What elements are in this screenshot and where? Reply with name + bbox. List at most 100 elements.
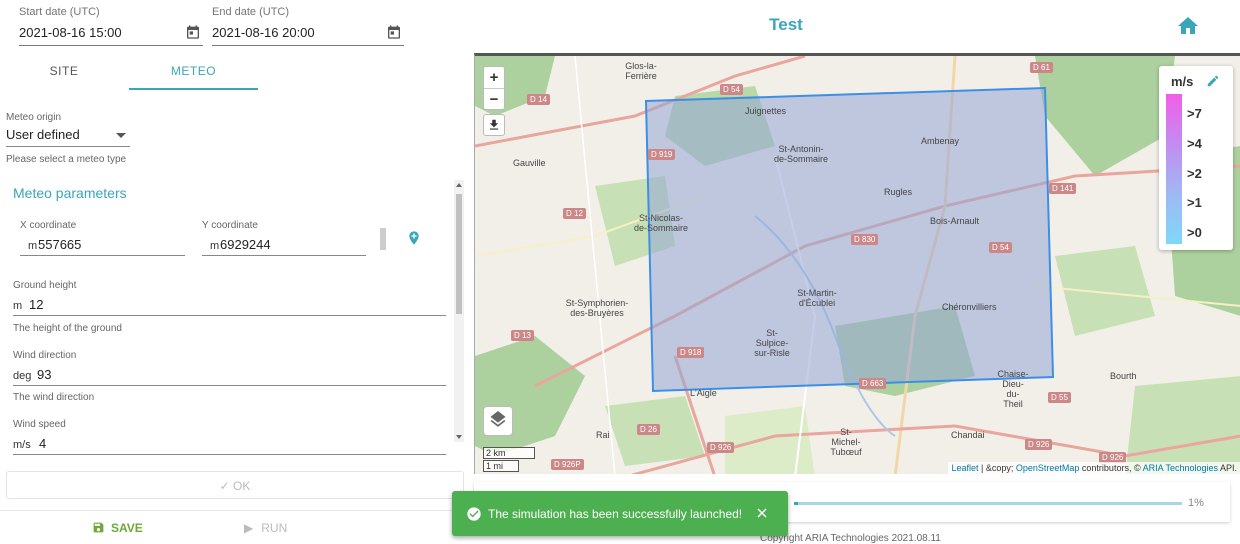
end-date-value[interactable]: 2021-08-16 20:00 (212, 25, 315, 40)
scale-km: 2 km (483, 447, 535, 459)
wind-speed-field[interactable]: Wind speed m/s 4 (13, 419, 446, 455)
meteo-origin-value: User defined (6, 127, 80, 142)
road-label: D 663 (859, 378, 887, 389)
legend-level: >0 (1187, 225, 1202, 240)
layers-button[interactable] (483, 406, 513, 436)
run-label: RUN (261, 521, 288, 535)
place-label: Juignettes (745, 106, 787, 116)
place-label: Glos-la-Ferrière (625, 61, 657, 81)
form-scrollbar[interactable] (454, 180, 464, 442)
wind-direction-value[interactable]: 93 (37, 367, 51, 382)
scroll-up-icon[interactable] (456, 183, 462, 187)
calendar-icon[interactable] (185, 24, 201, 40)
meteo-origin-select[interactable]: User defined (6, 125, 130, 147)
add-location-icon[interactable] (406, 229, 422, 247)
scale-mi: 1 mi (483, 460, 519, 472)
road-label: D 926 (707, 442, 735, 453)
start-date-label: Start date (UTC) (19, 6, 100, 18)
ok-label: OK (233, 479, 251, 493)
road-label: D 54 (989, 242, 1012, 253)
ok-button[interactable]: ✓ OK (6, 471, 464, 499)
osm-link[interactable]: OpenStreetMap (1016, 463, 1080, 473)
tab-site[interactable]: SITE (0, 52, 128, 90)
left-panel: SITE METEO Meteo origin User defined Ple… (0, 52, 470, 544)
road-label: D 141 (1049, 183, 1077, 194)
aria-link[interactable]: ARIA Technologies (1143, 463, 1218, 473)
calendar-icon[interactable] (386, 24, 402, 40)
place-label: Chaise-Dieu-du-Theil (997, 369, 1029, 409)
attribution-end: API. (1217, 463, 1237, 473)
place-label: Chéronvilliers (942, 302, 997, 312)
ground-height-field[interactable]: Ground height m 12 (13, 280, 446, 316)
app-header: Start date (UTC) 2021-08-16 15:00 End da… (0, 0, 1240, 52)
download-button[interactable] (483, 114, 505, 136)
place-label: Rai (596, 430, 610, 440)
place-label: St-Antonin-de-Sommaire (773, 144, 829, 164)
place-label: St-Michel-Tubœuf (830, 427, 862, 457)
map-view[interactable]: Glos-la-Ferrière Juignettes St-Antonin-d… (474, 53, 1240, 474)
road-label: D 13 (511, 330, 534, 341)
toast-message: The simulation has been successfully lau… (488, 507, 743, 521)
edit-icon[interactable] (1206, 74, 1220, 88)
y-coordinate-field[interactable]: Y coordinate m 6929244 (202, 220, 366, 256)
y-coordinate-value[interactable]: 6929244 (220, 237, 271, 252)
meteo-origin-label: Meteo origin (6, 112, 62, 123)
map-tiles (475, 56, 1240, 474)
download-icon (489, 119, 499, 130)
wind-speed-value[interactable]: 4 (39, 436, 46, 451)
wind-direction-field[interactable]: Wind direction deg 93 (13, 350, 446, 386)
ground-height-value[interactable]: 12 (29, 297, 43, 312)
x-coordinate-value[interactable]: 557665 (38, 237, 81, 252)
place-label: Rugles (884, 187, 913, 197)
start-date-field[interactable]: Start date (UTC) 2021-08-16 15:00 (19, 6, 203, 46)
leaflet-link[interactable]: Leaflet (951, 463, 978, 473)
road-label: D 926 (1025, 439, 1053, 450)
place-label: Gauville (513, 158, 546, 168)
road-label: D 12 (563, 208, 586, 219)
layers-icon (490, 411, 506, 427)
legend-unit: m/s (1171, 74, 1194, 89)
chevron-down-icon (116, 133, 126, 138)
legend-colorbar (1166, 94, 1182, 244)
tab-bar: SITE METEO (0, 52, 470, 90)
home-icon[interactable] (1176, 14, 1200, 38)
wind-direction-label: Wind direction (13, 350, 77, 361)
tab-meteo[interactable]: METEO (129, 52, 258, 90)
place-label: Bois-Arnault (930, 216, 980, 226)
road-label: D 14 (527, 94, 550, 105)
save-button[interactable]: SAVE (92, 521, 143, 535)
meteo-origin-hint: Please select a meteo type (6, 154, 127, 165)
close-icon[interactable] (756, 507, 768, 519)
start-date-value[interactable]: 2021-08-16 15:00 (19, 25, 122, 40)
check-icon: ✓ (219, 479, 230, 493)
end-date-label: End date (UTC) (212, 6, 290, 18)
legend-level: >1 (1187, 195, 1202, 210)
action-bar: SAVE ▶ RUN (0, 510, 470, 544)
meteo-form: Meteo origin User defined Please select … (0, 90, 466, 495)
scrollbar-thumb[interactable] (456, 194, 462, 314)
legend-level: >7 (1187, 106, 1202, 121)
place-label: St-Nicolas-de-Sommaire (633, 213, 689, 233)
road-label: D 26 (637, 424, 660, 435)
meteo-params-title: Meteo parameters (13, 185, 127, 201)
wind-speed-label: Wind speed (13, 419, 66, 430)
road-label: D 55 (1048, 392, 1071, 403)
ground-height-label: Ground height (13, 280, 77, 291)
x-coordinate-unit: m (28, 240, 38, 252)
place-label: St-Symphorien-des-Bruyères (565, 298, 629, 318)
end-date-field[interactable]: End date (UTC) 2021-08-16 20:00 (212, 6, 404, 46)
ground-height-unit: m (13, 300, 23, 312)
scroll-down-icon[interactable] (456, 435, 462, 439)
place-label: St-Martin-d'Écublei (797, 288, 837, 308)
play-icon: ▶ (244, 521, 254, 535)
field-separator (380, 228, 386, 250)
zoom-out-button[interactable]: − (484, 88, 504, 109)
zoom-control: + − (483, 66, 505, 110)
x-coordinate-field[interactable]: X coordinate m 557665 (20, 220, 185, 256)
zoom-in-button[interactable]: + (484, 67, 504, 88)
run-button[interactable]: ▶ RUN (244, 521, 287, 535)
road-label: D 61 (1030, 62, 1053, 73)
page-title: Test (769, 15, 803, 34)
wind-speed-legend: m/s >7 >4 >2 >1 >0 (1159, 66, 1233, 250)
legend-level: >2 (1187, 166, 1202, 181)
